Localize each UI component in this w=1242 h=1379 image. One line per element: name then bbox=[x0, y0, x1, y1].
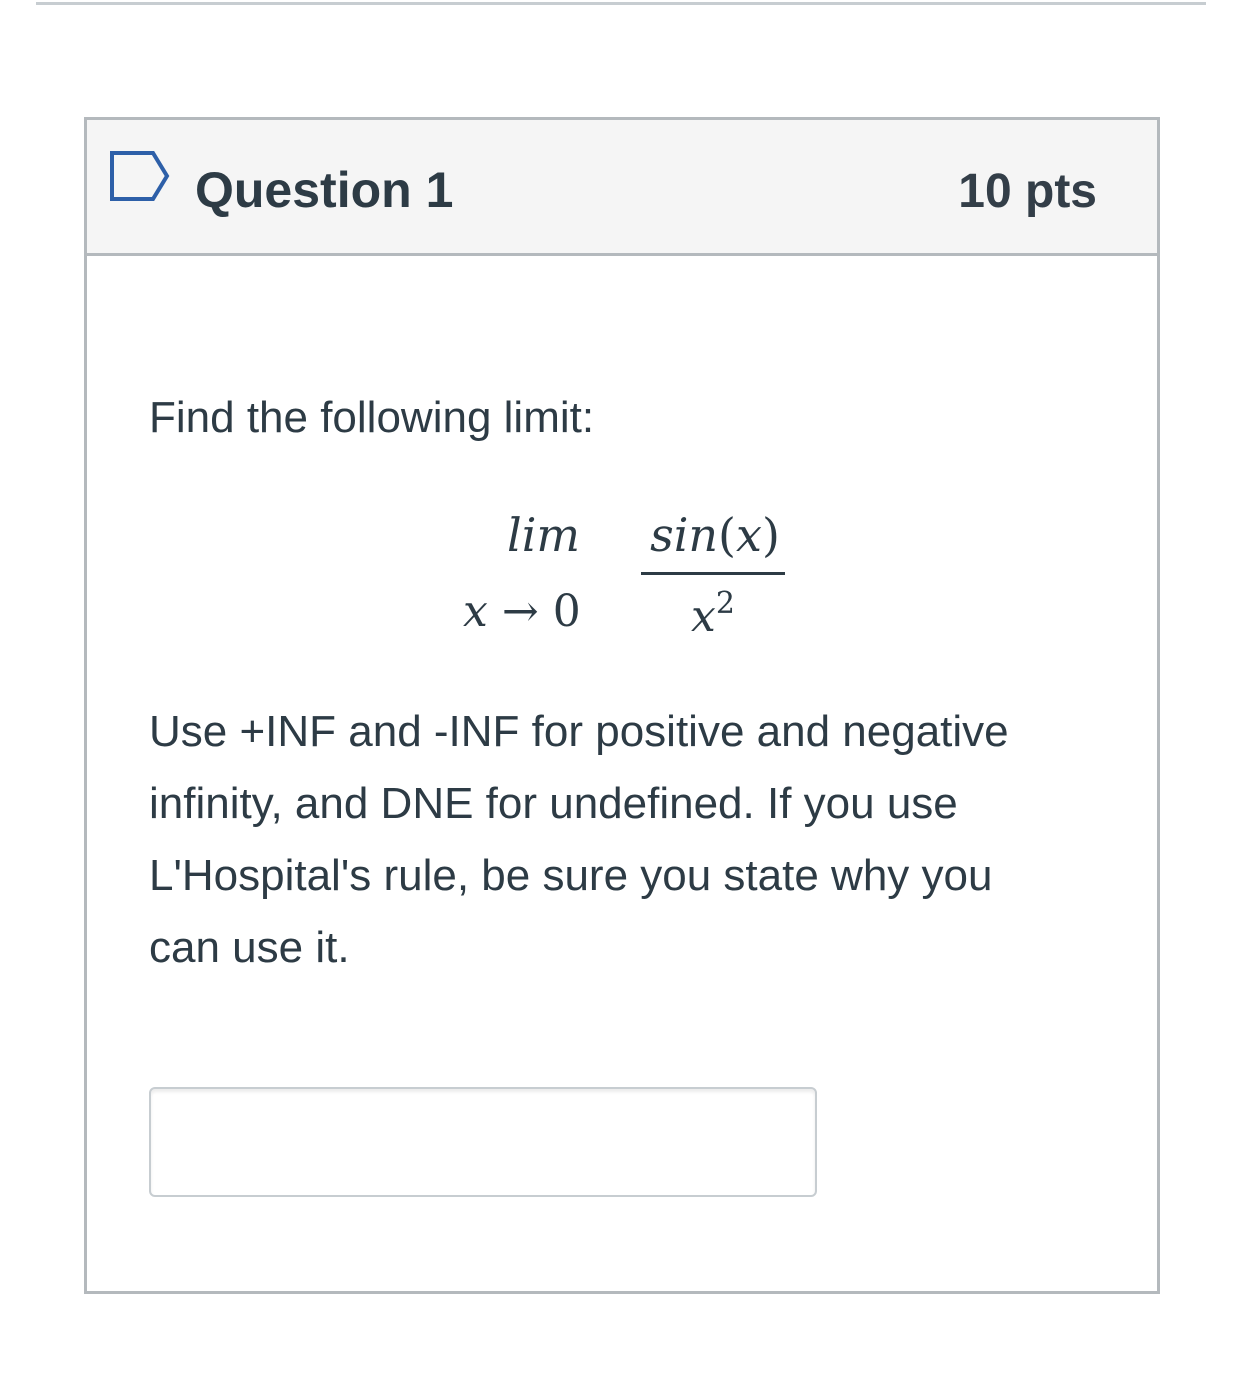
lim-target: 0 bbox=[552, 586, 581, 637]
fraction-bar bbox=[641, 572, 785, 575]
numerator-open-paren: ( bbox=[718, 508, 736, 562]
question-header: Question 1 10 pts bbox=[87, 120, 1157, 256]
lim-variable: x bbox=[463, 586, 488, 637]
numerator-function: sin bbox=[650, 508, 719, 562]
instructions-line: can use it. bbox=[149, 923, 350, 972]
denominator-exponent: 2 bbox=[715, 586, 735, 621]
fraction-denominator: x2 bbox=[641, 586, 785, 642]
top-divider bbox=[36, 2, 1206, 5]
question-card: Question 1 10 pts Find the following lim… bbox=[84, 117, 1160, 1294]
denominator-base: x bbox=[691, 591, 716, 642]
numerator-variable: x bbox=[736, 508, 762, 562]
instructions-line: Use +INF and -INF for positive and negat… bbox=[149, 707, 1009, 756]
question-prompt: Find the following limit: bbox=[149, 393, 595, 442]
answer-instructions: Use +INF and -INF for positive and negat… bbox=[149, 696, 1109, 984]
question-title: Question 1 bbox=[195, 162, 454, 218]
lim-arrow: → bbox=[501, 586, 539, 637]
numerator-close-paren: ) bbox=[761, 508, 780, 562]
points-label: 10 pts bbox=[958, 165, 1097, 218]
fraction-numerator: sin(x) bbox=[643, 508, 787, 562]
instructions-line: infinity, and DNE for undefined. If you … bbox=[149, 779, 958, 828]
lim-operator: lim bbox=[507, 508, 581, 562]
lim-subscript: x → 0 bbox=[463, 586, 581, 637]
instructions-line: L'Hospital's rule, be sure you state why… bbox=[149, 851, 993, 900]
answer-input[interactable] bbox=[149, 1087, 817, 1197]
bookmark-flag-icon[interactable] bbox=[109, 150, 171, 202]
limit-formula: lim x → 0 sin(x) x2 bbox=[457, 500, 797, 650]
